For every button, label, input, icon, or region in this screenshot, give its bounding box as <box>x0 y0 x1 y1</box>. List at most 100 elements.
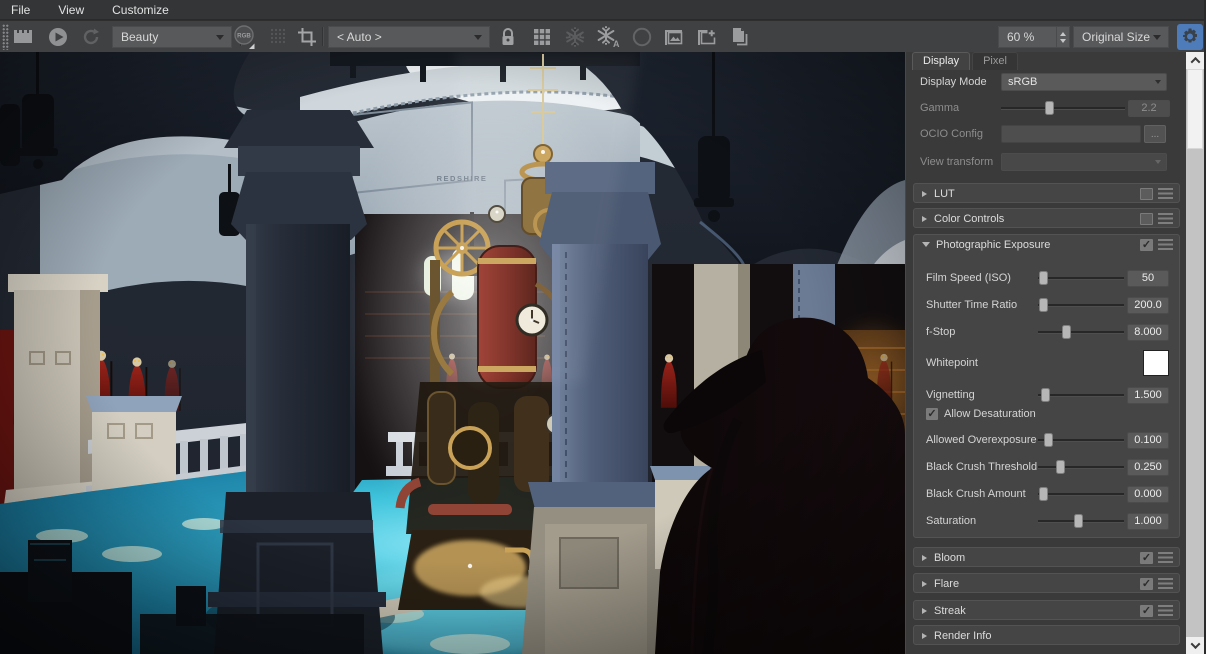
section-streak-checkbox[interactable] <box>1140 605 1153 617</box>
section-lut-checkbox[interactable] <box>1140 188 1153 200</box>
chevron-down-icon <box>1155 160 1161 164</box>
section-color-controls-header[interactable]: Color Controls <box>914 209 1179 228</box>
section-menu-icon[interactable] <box>1158 188 1173 199</box>
chevron-down-icon <box>1155 80 1161 84</box>
toolbar: Beauty RGB <box>0 21 1206 52</box>
menu-file[interactable]: File <box>0 0 44 20</box>
black-crush-threshold-knob[interactable] <box>1056 460 1065 474</box>
freeze-button[interactable] <box>562 24 588 50</box>
section-flare-checkbox[interactable] <box>1140 578 1153 590</box>
film-speed-knob[interactable] <box>1039 271 1048 285</box>
allow-desaturation-checkbox[interactable] <box>926 408 938 420</box>
scrollbar-thumb[interactable] <box>1187 69 1203 149</box>
show-image-button[interactable] <box>661 24 687 50</box>
toolbar-drag-handle[interactable] <box>2 24 9 50</box>
film-speed-value[interactable]: 50 <box>1127 270 1169 287</box>
toolbar-separator <box>322 27 323 46</box>
tab-pixel[interactable]: Pixel <box>972 52 1018 70</box>
zoom-spinner[interactable]: 60 % <box>998 26 1070 48</box>
section-menu-icon[interactable] <box>1158 605 1173 616</box>
menu-view[interactable]: View <box>44 0 98 20</box>
menu-customize[interactable]: Customize <box>98 0 183 20</box>
scrollbar-down-button[interactable] <box>1186 637 1204 654</box>
save-image-button[interactable] <box>10 24 36 50</box>
panel-scrollbar[interactable] <box>1186 52 1204 654</box>
black-crush-amount-slider[interactable] <box>1038 486 1124 502</box>
saturation-value[interactable]: 1.000 <box>1127 513 1169 530</box>
fstop-slider[interactable] <box>1038 324 1124 340</box>
fstop-row: f-Stop 8.000 <box>914 322 1179 342</box>
shutter-slider[interactable] <box>1038 297 1124 313</box>
pixel-grid-button[interactable] <box>266 24 292 50</box>
zoom-spinner-buttons[interactable] <box>1056 27 1069 47</box>
shutter-value[interactable]: 200.0 <box>1127 297 1169 314</box>
fstop-value[interactable]: 8.000 <box>1127 324 1169 341</box>
frame-buffer-window: File View Customize Beauty <box>0 0 1206 654</box>
section-render-info-header[interactable]: Render Info <box>914 626 1179 645</box>
black-crush-threshold-value[interactable]: 0.250 <box>1127 459 1169 476</box>
settings-button[interactable] <box>1177 24 1203 50</box>
black-crush-threshold-label: Black Crush Threshold <box>926 461 1038 473</box>
section-menu-icon[interactable] <box>1158 213 1173 224</box>
section-streak-header[interactable]: Streak <box>914 601 1179 620</box>
allowed-overexposure-slider[interactable] <box>1038 432 1124 448</box>
section-flare-header[interactable]: Flare <box>914 574 1179 593</box>
section-menu-icon[interactable] <box>1158 552 1173 563</box>
section-color-controls-checkbox[interactable] <box>1140 213 1153 225</box>
refresh-button[interactable] <box>78 24 104 50</box>
vignetting-slider[interactable] <box>1038 387 1124 403</box>
lock-button[interactable] <box>495 24 521 50</box>
channel-dropdown[interactable]: Beauty <box>112 26 232 48</box>
saturation-knob[interactable] <box>1074 514 1083 528</box>
black-crush-threshold-slider[interactable] <box>1038 459 1124 475</box>
render-play-button[interactable] <box>45 24 71 50</box>
black-crush-amount-knob[interactable] <box>1039 487 1048 501</box>
saturation-slider[interactable] <box>1038 513 1124 529</box>
chevron-up-icon <box>1190 57 1200 67</box>
section-photographic-exposure-header[interactable]: Photographic Exposure <box>914 235 1179 254</box>
fstop-knob[interactable] <box>1062 325 1071 339</box>
display-mode-row: Display Mode sRGB <box>906 72 1187 92</box>
display-mode-dropdown[interactable]: sRGB <box>1001 73 1167 91</box>
allowed-overexposure-row: Allowed Overexposure 0.100 <box>914 430 1179 450</box>
section-menu-icon[interactable] <box>1158 578 1173 589</box>
gamma-slider-knob[interactable] <box>1045 101 1054 115</box>
allowed-overexposure-knob[interactable] <box>1044 433 1053 447</box>
view-transform-dropdown[interactable] <box>1001 153 1167 171</box>
tab-display[interactable]: Display <box>912 52 970 70</box>
crop-region-button[interactable] <box>294 24 320 50</box>
section-photographic-exposure-checkbox[interactable] <box>1140 239 1153 251</box>
shutter-knob[interactable] <box>1039 298 1048 312</box>
section-menu-icon[interactable] <box>1158 239 1173 250</box>
view-transform-label: View transform <box>920 156 1001 168</box>
whitepoint-color-swatch[interactable] <box>1143 350 1169 376</box>
whitepoint-row: Whitepoint <box>914 348 1179 378</box>
black-crush-amount-value[interactable]: 0.000 <box>1127 486 1169 503</box>
image-icon <box>663 26 685 48</box>
gamma-value[interactable]: 2.2 <box>1128 100 1170 117</box>
vignetting-value[interactable]: 1.500 <box>1127 387 1169 404</box>
ocio-path-field[interactable] <box>1001 125 1141 143</box>
color-sample-button[interactable] <box>629 24 655 50</box>
section-bloom-checkbox[interactable] <box>1140 552 1153 564</box>
ocio-browse-button[interactable]: ... <box>1144 125 1166 143</box>
size-dropdown[interactable]: Original Size <box>1073 26 1169 48</box>
scrollbar-up-button[interactable] <box>1186 52 1204 69</box>
auto-freeze-button[interactable]: A <box>595 24 621 50</box>
section-lut-header[interactable]: LUT <box>914 184 1179 203</box>
film-speed-row: Film Speed (ISO) 50 <box>914 268 1179 288</box>
image-plus-icon <box>696 26 718 48</box>
vignette-overlay <box>0 52 905 654</box>
rgb-channels-button[interactable]: RGB <box>232 24 258 50</box>
svg-text:A: A <box>613 39 620 49</box>
section-bloom-header[interactable]: Bloom <box>914 548 1179 567</box>
allowed-overexposure-value[interactable]: 0.100 <box>1127 432 1169 449</box>
vignetting-knob[interactable] <box>1041 388 1050 402</box>
channels-grid-button[interactable] <box>529 24 555 50</box>
film-speed-slider[interactable] <box>1038 270 1124 286</box>
render-viewport[interactable]: REDSHIRE <box>0 52 905 654</box>
region-dropdown[interactable]: < Auto > <box>328 26 490 48</box>
copy-image-button[interactable] <box>727 24 753 50</box>
gamma-slider[interactable] <box>1001 100 1125 116</box>
add-image-button[interactable] <box>694 24 720 50</box>
